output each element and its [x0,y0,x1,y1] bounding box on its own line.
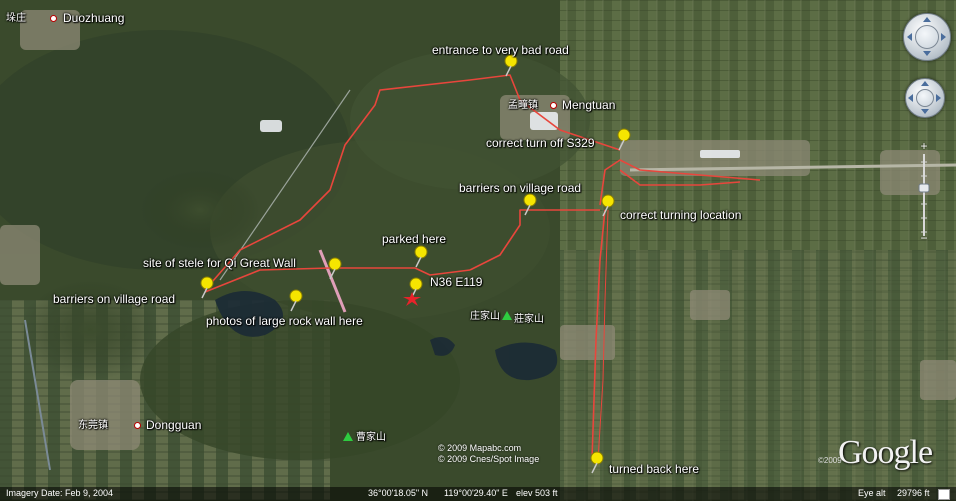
arrow-right-icon[interactable] [936,94,941,102]
pushpin-icon[interactable] [613,127,635,151]
move-navigation-icon[interactable] [905,78,945,118]
city-marker-icon[interactable] [50,15,57,22]
imagery-date: Imagery Date: Feb 9, 2004 [6,488,114,498]
annotation-parked[interactable]: parked here [382,232,446,246]
pushpin-icon[interactable] [196,275,218,299]
annotation-barriers-village-left[interactable]: barriers on village road [53,292,175,306]
mountain-label: 庄家山 [470,311,500,322]
mountain-peak-icon[interactable] [502,311,512,320]
google-logo: Google [838,434,933,471]
pushpin-icon[interactable] [519,192,541,216]
target-marker-icon[interactable] [402,291,422,307]
arrow-down-icon[interactable] [923,51,931,56]
mountain-peak-icon[interactable] [343,432,353,441]
zoom-out-button[interactable]: − [917,232,931,244]
look-joystick[interactable] [915,25,939,49]
arrow-right-icon[interactable] [941,33,946,41]
pushpin-icon[interactable] [586,450,608,474]
pushpin-icon[interactable] [597,193,619,217]
latitude-readout: 36°00'18.05" N [368,488,429,498]
copyright-cnes: © 2009 Cnes/Spot Image [438,454,540,464]
streaming-indicator-icon [938,489,950,500]
place-label-cn: 孟疃镇 [508,100,538,111]
annotation-turned-back[interactable]: turned back here [609,462,699,476]
eye-alt-label: Eye alt [858,488,886,498]
mountain-label: 曹家山 [356,432,386,443]
satellite-imagery [0,0,956,501]
place-label-mengtuan[interactable]: Mengtuan [562,98,615,112]
pushpin-icon[interactable] [410,244,432,268]
arrow-left-icon[interactable] [908,94,913,102]
place-label-cn: 垛庄 [6,13,26,24]
arrow-down-icon[interactable] [921,109,929,114]
arrow-up-icon[interactable] [921,81,929,86]
annotation-barriers-village-right[interactable]: barriers on village road [459,181,581,195]
eye-alt-value: 29796 ft [897,488,930,498]
place-label-dongguan[interactable]: Dongguan [146,418,201,432]
place-label-cn: 东莞镇 [78,420,108,431]
city-marker-icon[interactable] [550,102,557,109]
status-bar: Imagery Date: Feb 9, 2004 36°00'18.05" N… [0,487,956,501]
move-joystick[interactable] [916,89,934,107]
annotation-photos[interactable]: photos of large rock wall here [206,314,363,328]
annotation-stele[interactable]: site of stele for Qi Great Wall [143,256,296,270]
city-marker-icon[interactable] [134,422,141,429]
map-view[interactable]: 垛庄 Duozhuang 孟疃镇 Mengtuan 东莞镇 Dongguan 庄… [0,0,956,501]
mountain-label: 莊家山 [514,314,544,325]
elevation-readout: elev 503 ft [516,488,558,498]
look-navigation-icon[interactable] [903,13,951,61]
longitude-readout: 119°00'29.40" E [444,488,508,498]
annotation-correct-turning-location[interactable]: correct turning location [620,208,741,222]
copyright-mapabc: © 2009 Mapabc.com [438,443,522,453]
annotation-entrance[interactable]: entrance to very bad road [432,43,569,57]
annotation-correct-turn-off[interactable]: correct turn off S329 [486,136,595,150]
annotation-coordinate[interactable]: N36 E119 [430,275,482,289]
pushpin-icon[interactable] [285,288,307,312]
arrow-left-icon[interactable] [907,33,912,41]
pushpin-icon[interactable] [324,256,346,280]
arrow-up-icon[interactable] [923,17,931,22]
place-label-duozhuang[interactable]: Duozhuang [63,11,124,25]
